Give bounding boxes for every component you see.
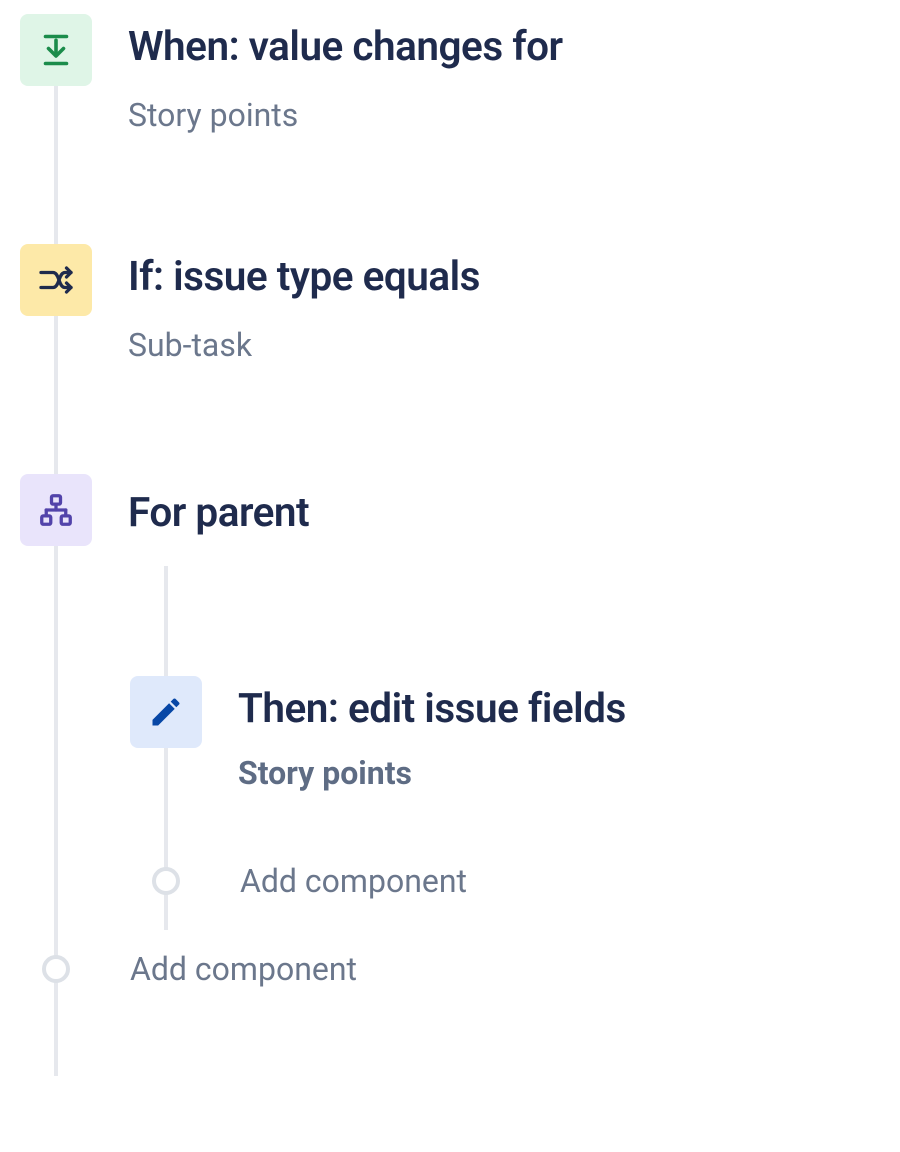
trigger-labels: When: value changes for Story points <box>128 14 563 134</box>
automation-rule-tree: When: value changes for Story points If:… <box>20 14 880 988</box>
trigger-title: When: value changes for <box>128 22 563 70</box>
connector-line <box>54 86 58 244</box>
condition-icon <box>20 244 92 316</box>
action-subtitle: Story points <box>238 754 626 792</box>
plus-circle-icon <box>152 867 180 895</box>
branch-node[interactable]: For parent <box>20 474 880 576</box>
trigger-node[interactable]: When: value changes for Story points <box>20 14 880 244</box>
action-labels: Then: edit issue fields Story points <box>238 676 626 792</box>
add-component-outer[interactable]: Add component <box>20 950 880 988</box>
branch-icon <box>20 474 92 546</box>
plus-circle-icon <box>42 955 70 983</box>
trigger-icon <box>20 14 92 86</box>
condition-subtitle: Sub-task <box>128 326 480 364</box>
action-icon <box>130 676 202 748</box>
add-component-label: Add component <box>240 862 467 900</box>
add-component-label: Add component <box>130 950 357 988</box>
connector-line <box>54 546 58 1076</box>
branch-labels: For parent <box>128 474 309 536</box>
branch-children: Then: edit issue fields Story points Add… <box>130 576 880 950</box>
action-title: Then: edit issue fields <box>238 684 626 732</box>
condition-labels: If: issue type equals Sub-task <box>128 244 480 364</box>
connector-line <box>54 316 58 474</box>
add-component-inner[interactable]: Add component <box>130 862 880 950</box>
trigger-subtitle: Story points <box>128 96 563 134</box>
action-node[interactable]: Then: edit issue fields Story points <box>130 676 880 862</box>
branch-title: For parent <box>128 488 309 536</box>
condition-node[interactable]: If: issue type equals Sub-task <box>20 244 880 474</box>
condition-title: If: issue type equals <box>128 252 480 300</box>
